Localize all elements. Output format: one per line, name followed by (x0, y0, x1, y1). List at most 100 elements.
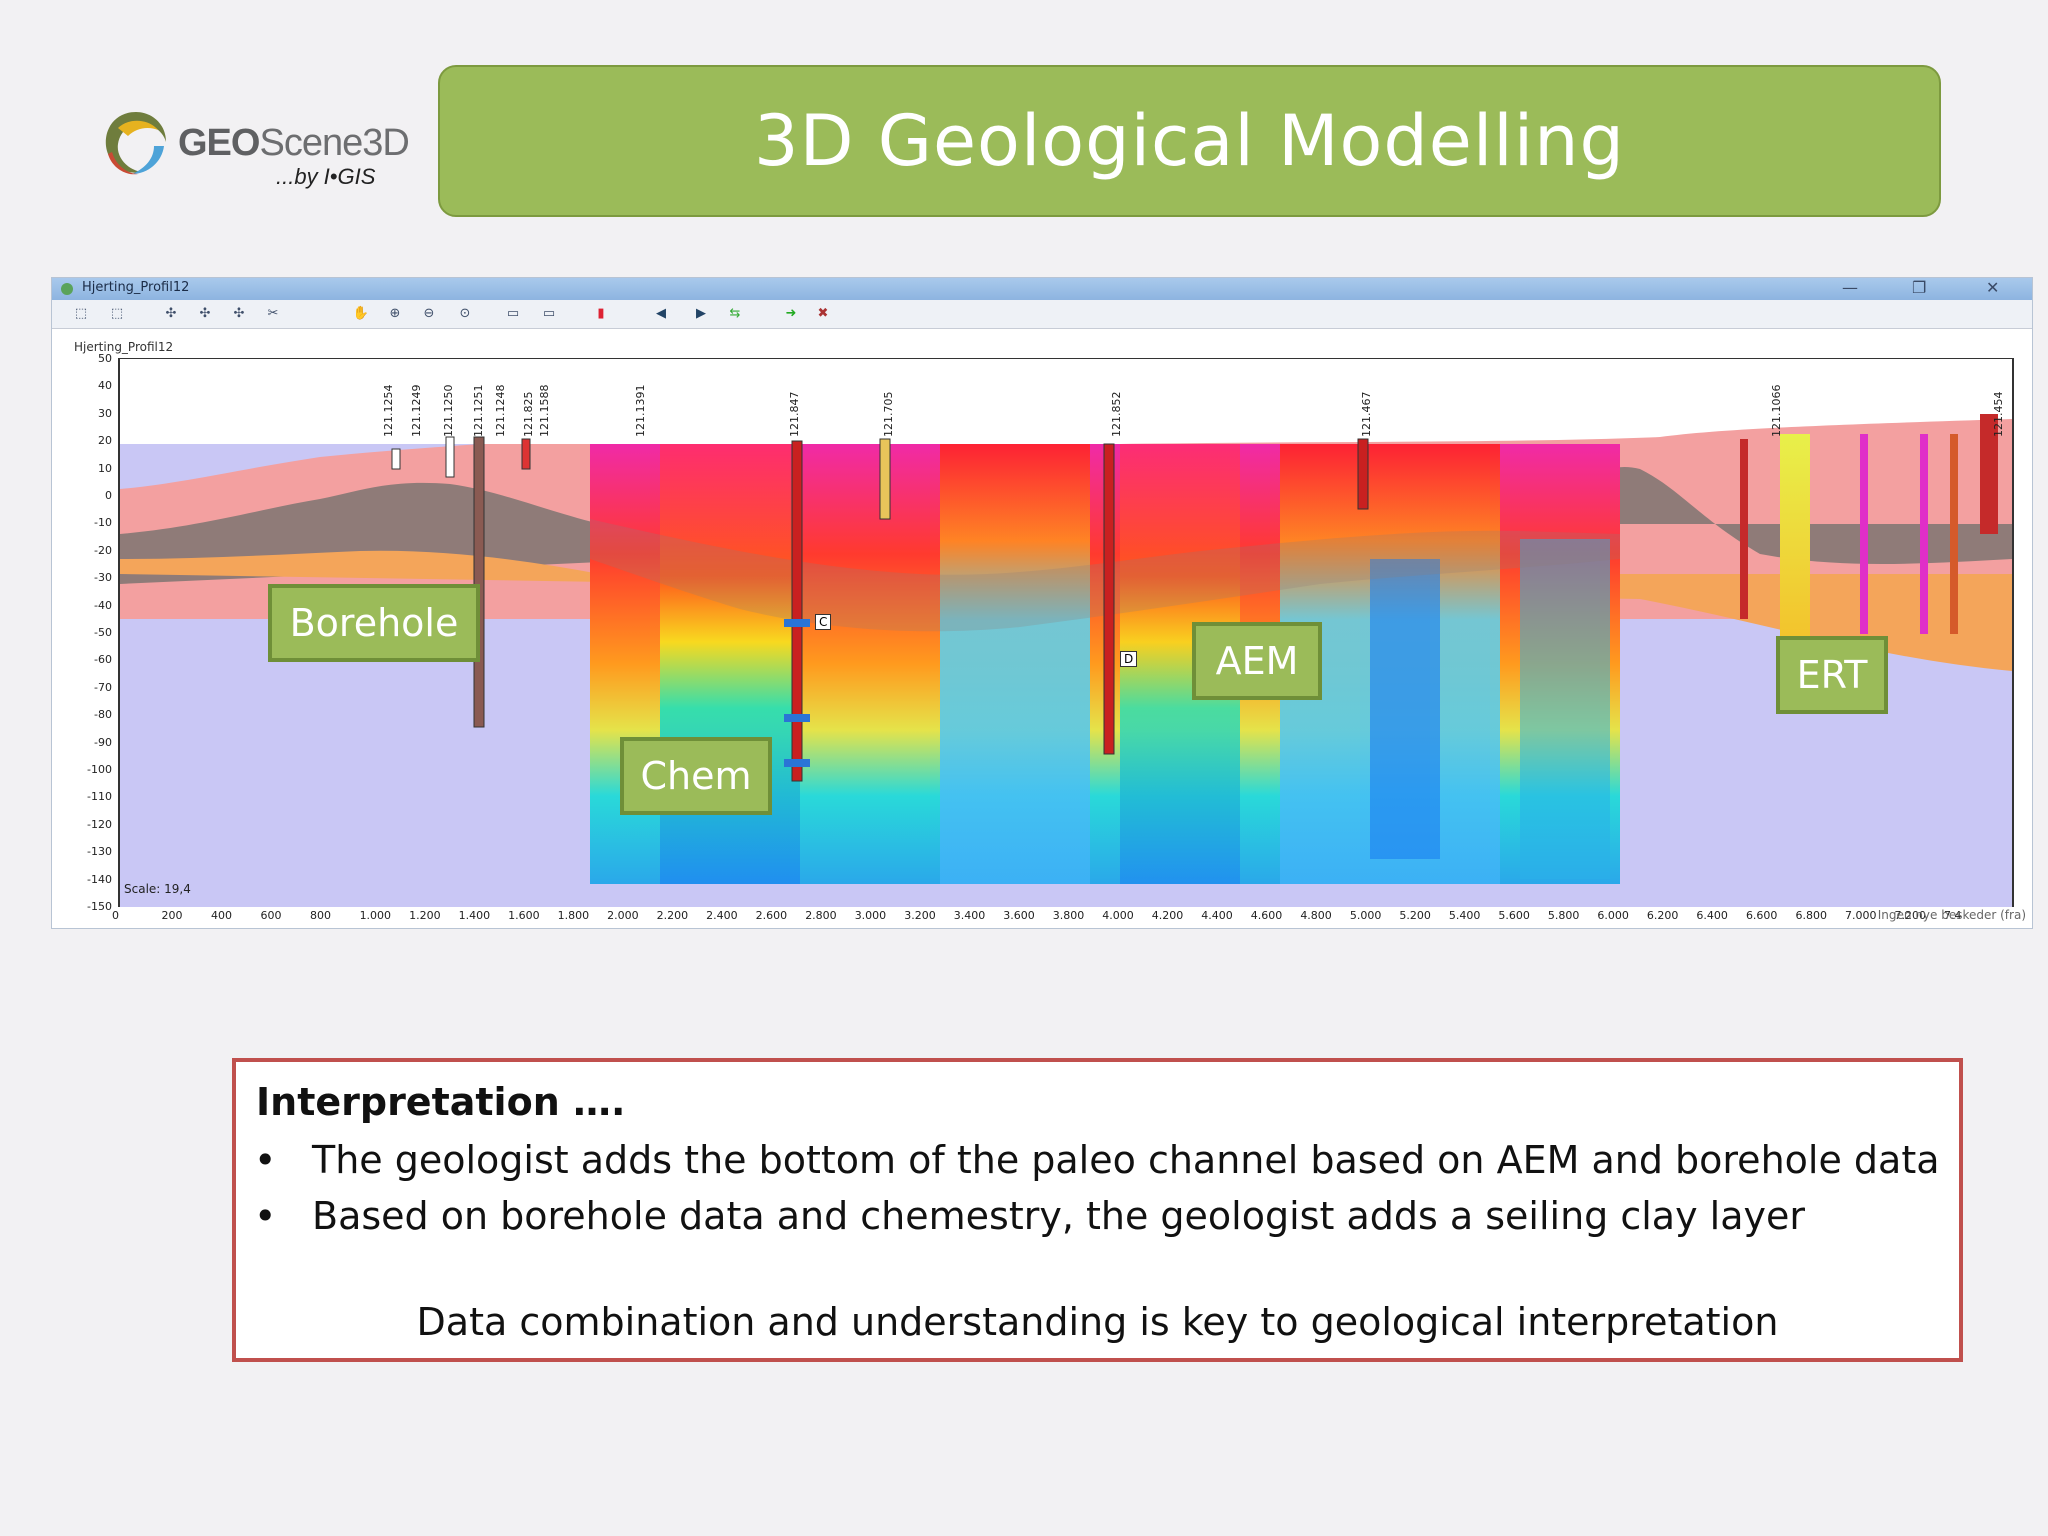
x-tick-label: 3.200 (904, 909, 936, 922)
add-point-tool-icon[interactable]: ✣ (162, 306, 180, 322)
x-tick-label: 600 (260, 909, 282, 922)
x-tick-label: 1.600 (508, 909, 540, 922)
borehole-id: 121.1391 (634, 384, 647, 438)
chem-label: Chem (620, 737, 772, 815)
notes-conclusion: Data combination and understanding is ke… (416, 1300, 1779, 1344)
x-tick-label: 2.600 (755, 909, 788, 922)
x-tick-label: 2.800 (805, 909, 837, 922)
bullet-text: Based on borehole data and chemestry, th… (312, 1194, 1805, 1238)
y-tick-label: -100 (87, 763, 112, 776)
app-icon (61, 283, 73, 295)
y-tick-label: -90 (94, 735, 112, 749)
ert-label: ERT (1776, 636, 1888, 714)
forward-green-icon[interactable]: ➜ (782, 306, 800, 322)
next-icon[interactable]: ▶ (692, 306, 710, 322)
borehole-id: 121.852 (1110, 391, 1123, 438)
x-tick-label: 400 (211, 909, 233, 922)
x-tick-label: 5.400 (1448, 909, 1481, 922)
minimize-icon[interactable]: — (1842, 278, 1858, 297)
pan-tool-icon[interactable]: ✋ (352, 306, 370, 322)
view-a-icon[interactable]: ▭ (504, 306, 522, 322)
x-tick-label: 3.800 (1052, 909, 1085, 922)
borehole-label: Borehole (268, 584, 480, 662)
y-tick-label: -60 (94, 653, 112, 667)
borehole-id: 121.1249 (410, 384, 423, 438)
y-tick-label: 40 (98, 379, 112, 393)
borehole-id: 121.847 (788, 391, 801, 438)
x-tick-label: 4.800 (1300, 909, 1332, 922)
notes-bullet-2: • Based on borehole data and chemestry, t… (254, 1194, 1805, 1238)
x-tick-label: 6.400 (1696, 909, 1728, 922)
x-tick-label: 3.000 (854, 909, 887, 922)
borehole-id: 121.825 (522, 391, 535, 438)
x-tick-label: 7.000 (1844, 909, 1877, 922)
x-tick-label: 4.000 (1102, 909, 1134, 922)
cross-flag-icon[interactable]: ✖ (814, 306, 832, 322)
x-tick-label: 5.000 (1349, 909, 1382, 922)
select-edit-tool-icon[interactable]: ⬚ (108, 306, 126, 322)
x-tick-label: 6.200 (1646, 909, 1679, 922)
x-tick-label: 2.000 (607, 909, 639, 922)
window-title: Hjerting_Profil12 (82, 280, 190, 295)
cut-tool-icon[interactable]: ✂ (264, 306, 282, 322)
borehole-id: 121.1254 (382, 384, 395, 438)
y-tick-label: 10 (98, 461, 112, 475)
y-tick-label: -80 (94, 708, 112, 722)
select-tool-icon[interactable]: ⬚ (72, 306, 90, 322)
logo-wordmark: GEOScene3D (178, 122, 410, 164)
x-tick-label: 4.200 (1151, 909, 1184, 922)
x-tick-label: 1.200 (409, 909, 441, 922)
delete-point-tool-icon[interactable]: ✣ (230, 306, 248, 322)
close-icon[interactable]: ✕ (1986, 278, 1999, 297)
logo-byline: ...by I•GIS (276, 164, 376, 189)
geoscene3d-logo: GEOScene3D ...by I•GIS (98, 100, 410, 200)
x-tick-label: 2.200 (656, 909, 689, 922)
y-tick-label: 30 (98, 406, 112, 420)
x-tick-label: 3.400 (953, 909, 986, 922)
zoom-extent-icon[interactable]: ⊙ (456, 306, 474, 322)
y-tick-label: -120 (87, 817, 112, 831)
window-titlebar: Hjerting_Profil12 — ❐ ✕ (52, 278, 2032, 300)
swap-icon[interactable]: ⇆ (726, 306, 744, 322)
y-tick-label: -10 (94, 516, 112, 530)
bullet-text: The geologist adds the bottom of the pal… (312, 1138, 1940, 1182)
y-tick-label: -30 (94, 571, 112, 585)
x-tick-label: 1.000 (359, 909, 392, 922)
notes-bullet-1: • The geologist adds the bottom of the pa… (254, 1138, 1940, 1182)
borehole-id: 121.1250 (442, 384, 455, 438)
borehole-id: 121.1251 (472, 384, 485, 438)
borehole-id: 121.454 (1992, 391, 2005, 438)
window-toolbar: ⬚ ⬚ ✣ ✣ ✣ ✂ ✋ ⊕ ⊖ ⊙ ▭ ▭ ▮ ◀ ▶ ⇆ ➜ ✖ (52, 300, 2032, 329)
x-tick-label: 0 (112, 909, 119, 922)
y-tick-label: -20 (94, 543, 112, 557)
scale-readout: Scale: 19,4 (124, 882, 191, 896)
borehole-id: 121.1066 (1770, 384, 1783, 438)
borehole-id: 121.1248 (494, 384, 507, 438)
x-tick-label: 6.600 (1745, 909, 1778, 922)
move-point-tool-icon[interactable]: ✣ (196, 306, 214, 322)
x-tick-label: 200 (161, 909, 183, 922)
x-tick-label: 5.200 (1399, 909, 1431, 922)
x-tick-label: 5.600 (1498, 909, 1530, 922)
y-tick-label: 20 (98, 434, 112, 448)
borehole-id: 121.705 (882, 391, 895, 438)
y-tick-label: 0 (105, 489, 112, 502)
y-tick-label: -140 (87, 872, 112, 886)
x-tick-label: 2.400 (706, 909, 738, 922)
x-tick-label: 4.600 (1250, 909, 1283, 922)
x-tick-label: 6.000 (1597, 909, 1629, 922)
y-tick-label: -110 (87, 790, 112, 804)
status-bar-text: Ingen nye beskeder (fra) (1877, 908, 2026, 922)
stop-icon[interactable]: ▮ (592, 306, 610, 322)
y-tick-label: -150 (87, 900, 112, 913)
restore-icon[interactable]: ❐ (1912, 278, 1926, 297)
zoom-out-icon[interactable]: ⊖ (420, 306, 438, 322)
x-tick-label: 800 (310, 909, 332, 922)
y-tick-label: -40 (94, 598, 112, 612)
aem-label: AEM (1192, 622, 1322, 700)
previous-icon[interactable]: ◀ (652, 306, 670, 322)
view-b-icon[interactable]: ▭ (540, 306, 558, 322)
zoom-in-icon[interactable]: ⊕ (386, 306, 404, 322)
y-tick-label: -50 (94, 626, 112, 639)
y-tick-label: -70 (94, 680, 112, 694)
